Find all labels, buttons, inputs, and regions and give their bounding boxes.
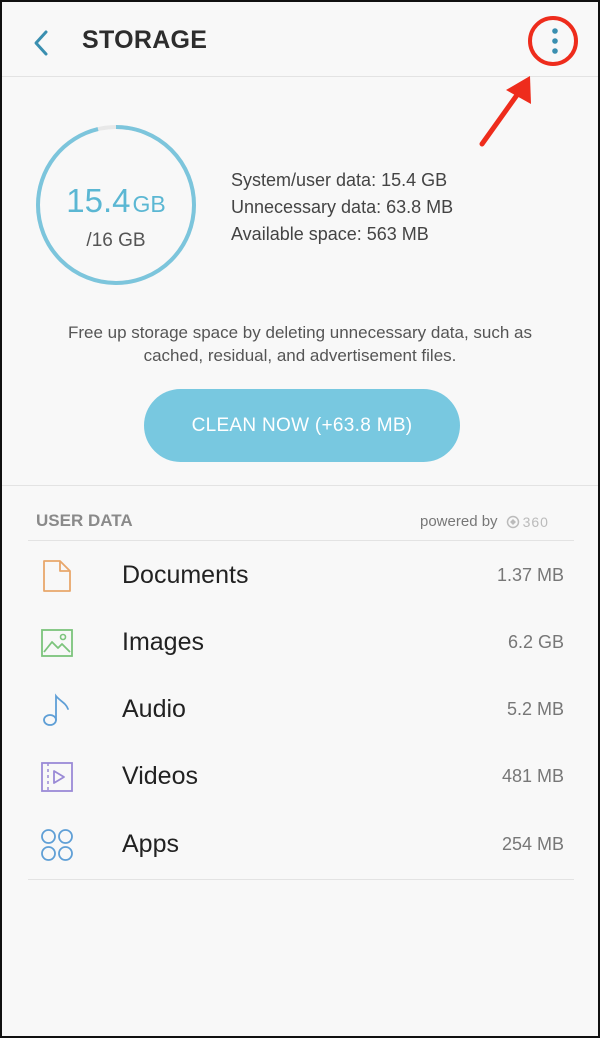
item-size: 254 MB (501, 834, 564, 854)
list-item-apps[interactable]: Apps 254 MB (28, 812, 574, 878)
clean-now-button[interactable]: CLEAN NOW (+63.8 MB) (144, 389, 460, 462)
brand-logo-icon (506, 515, 519, 528)
storage-stats: System/user data: 15.4 GB Unnecessary da… (231, 167, 453, 248)
storage-usage-text: 15.4GB /16 GB (35, 124, 197, 286)
section-divider (2, 485, 598, 486)
list-item-audio[interactable]: Audio 5.2 MB (28, 677, 574, 743)
total-storage: /16 GB (86, 230, 146, 251)
list-item-videos[interactable]: Videos 481 MB (28, 744, 574, 810)
available-space-stat: Available space: 563 MB (231, 224, 429, 244)
used-value: 15.4 (66, 182, 131, 219)
brand-name: 360 (522, 513, 549, 530)
powered-by: powered by 360 (420, 513, 549, 530)
item-size: 1.37 MB (496, 565, 564, 585)
video-icon (41, 762, 73, 792)
unnecessary-data-stat: Unnecessary data: 63.8 MB (231, 197, 454, 217)
list-item-documents[interactable]: Documents 1.37 MB (28, 543, 574, 609)
back-button[interactable] (28, 26, 56, 60)
image-icon (41, 629, 73, 657)
page-title: STORAGE (82, 26, 208, 54)
item-size: 5.2 MB (506, 699, 564, 719)
list-divider (28, 879, 574, 880)
item-label: Apps (122, 830, 179, 858)
app-bar: STORAGE (2, 2, 598, 77)
used-unit: GB (132, 191, 166, 217)
item-label: Audio (122, 695, 186, 723)
cleanup-description-line: Free up storage space by deleting unnece… (67, 323, 532, 342)
list-item-images[interactable]: Images 6.2 GB (28, 610, 574, 676)
used-storage: 15.4GB (35, 182, 197, 220)
brand-logo: 360 (506, 514, 549, 530)
chevron-left-icon (34, 30, 48, 56)
powered-by-label: powered by (420, 513, 498, 530)
system-user-data-stat: System/user data: 15.4 GB (231, 170, 448, 190)
annotation-circle (528, 16, 578, 66)
audio-icon (43, 693, 69, 726)
cleanup-description: Free up storage space by deleting unnece… (22, 321, 578, 367)
item-size: 481 MB (501, 766, 564, 786)
screen: STORAGE 15.4GB /16 GB System/user data: … (0, 0, 600, 1038)
list-divider (28, 540, 574, 541)
document-icon (43, 560, 71, 592)
item-label: Videos (122, 762, 198, 790)
apps-icon (41, 829, 73, 861)
storage-summary: 15.4GB /16 GB System/user data: 15.4 GB … (2, 77, 598, 485)
cleanup-description-line: cached, residual, and advertisement file… (143, 346, 457, 365)
item-label: Images (122, 628, 204, 656)
item-size: 6.2 GB (507, 632, 564, 652)
item-label: Documents (122, 561, 249, 589)
user-data-heading: USER DATA (36, 511, 133, 530)
